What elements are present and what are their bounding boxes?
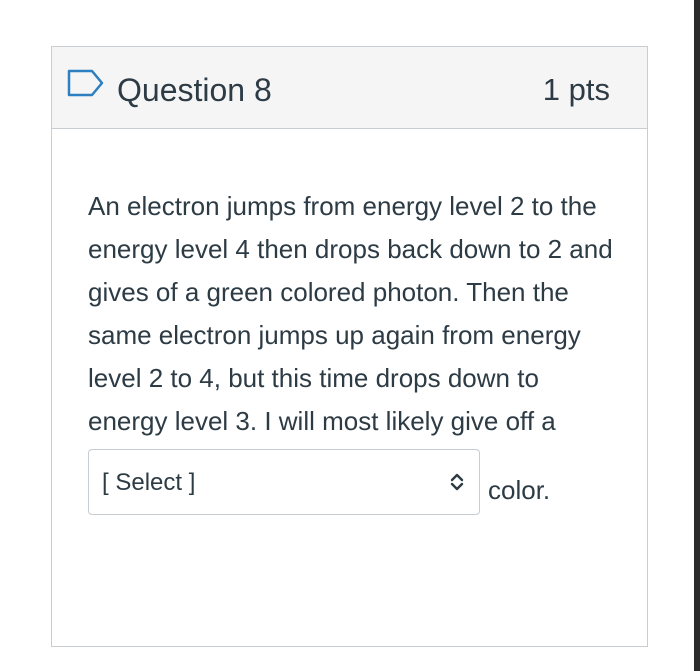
question-body: An electron jumps from energy level 2 to… [88, 185, 618, 515]
window-edge [694, 0, 700, 671]
answer-suffix-text: color. [488, 475, 551, 505]
question-points: 1 pts [542, 72, 610, 107]
up-down-chevron-icon [450, 473, 464, 491]
question-text: An electron jumps from energy level 2 to… [88, 191, 613, 436]
question-header: Question 8 1 pts [52, 47, 647, 129]
answer-row: [ Select ] color. [88, 449, 618, 515]
question-card: Question 8 1 pts An electron jumps from … [51, 46, 648, 647]
answer-dropdown[interactable]: [ Select ] [88, 449, 480, 515]
bookmark-flag-icon[interactable] [66, 68, 106, 98]
question-title: Question 8 [117, 72, 272, 108]
dropdown-selected-value: [ Select ] [102, 469, 196, 496]
